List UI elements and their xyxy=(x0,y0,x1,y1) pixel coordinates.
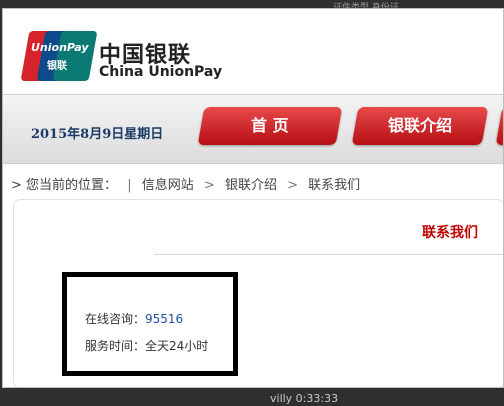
content-panel: 联系我们 在线咨询：95516 服务时间：全天24小时 xyxy=(13,199,503,387)
logo-text-yinlian: 银联 xyxy=(47,61,67,72)
consult-label: 在线咨询： xyxy=(85,312,146,326)
tab-home-label: 首 页 xyxy=(251,116,289,135)
unionpay-logo[interactable]: UnionPay 银联 xyxy=(20,31,98,81)
current-date: 2015年8月9日星期日 xyxy=(31,127,164,142)
site-header: UnionPay 银联 中国银联 China UnionPay xyxy=(3,9,503,94)
breadcrumb-item-intro[interactable]: 银联介绍 xyxy=(225,178,277,193)
contact-info-box: 在线咨询：95516 服务时间：全天24小时 xyxy=(62,272,238,376)
breadcrumb-start-icon: > xyxy=(11,178,22,193)
service-hours: 服务时间：全天24小时 xyxy=(85,339,209,353)
main-nav: 2015年8月9日星期日 首 页 银联介绍 xyxy=(3,94,503,164)
breadcrumb-item-contact[interactable]: 联系我们 xyxy=(308,178,360,193)
consult-phone[interactable]: 95516 xyxy=(145,312,183,326)
logo-teal-block xyxy=(52,31,98,81)
page-title: 联系我们 xyxy=(422,225,478,241)
title-divider xyxy=(154,254,503,255)
breadcrumb-item-info-site[interactable]: 信息网站 xyxy=(142,178,194,193)
breadcrumb: > 您当前的位置： | 信息网站 > 银联介绍 > 联系我们 xyxy=(11,174,360,193)
brand-name-en: China UnionPay xyxy=(99,64,223,80)
breadcrumb-prefix: 您当前的位置： xyxy=(26,178,118,193)
page-window: UnionPay 银联 中国银联 China UnionPay 2015年8月9… xyxy=(2,8,504,388)
tab-unionpay-intro-label: 银联介绍 xyxy=(387,116,452,135)
breadcrumb-separator: > xyxy=(287,178,298,193)
tab-overflow[interactable] xyxy=(495,107,503,145)
consult-line: 在线咨询：95516 xyxy=(85,310,183,327)
breadcrumb-divider: | xyxy=(127,178,132,193)
breadcrumb-separator: > xyxy=(203,178,215,193)
tab-unionpay-intro[interactable]: 银联介绍 xyxy=(351,107,489,145)
background-bottom-text: villy 0:33:33 xyxy=(270,392,339,405)
logo-text-unionpay: UnionPay xyxy=(31,41,89,54)
tab-home[interactable]: 首 页 xyxy=(197,107,343,145)
